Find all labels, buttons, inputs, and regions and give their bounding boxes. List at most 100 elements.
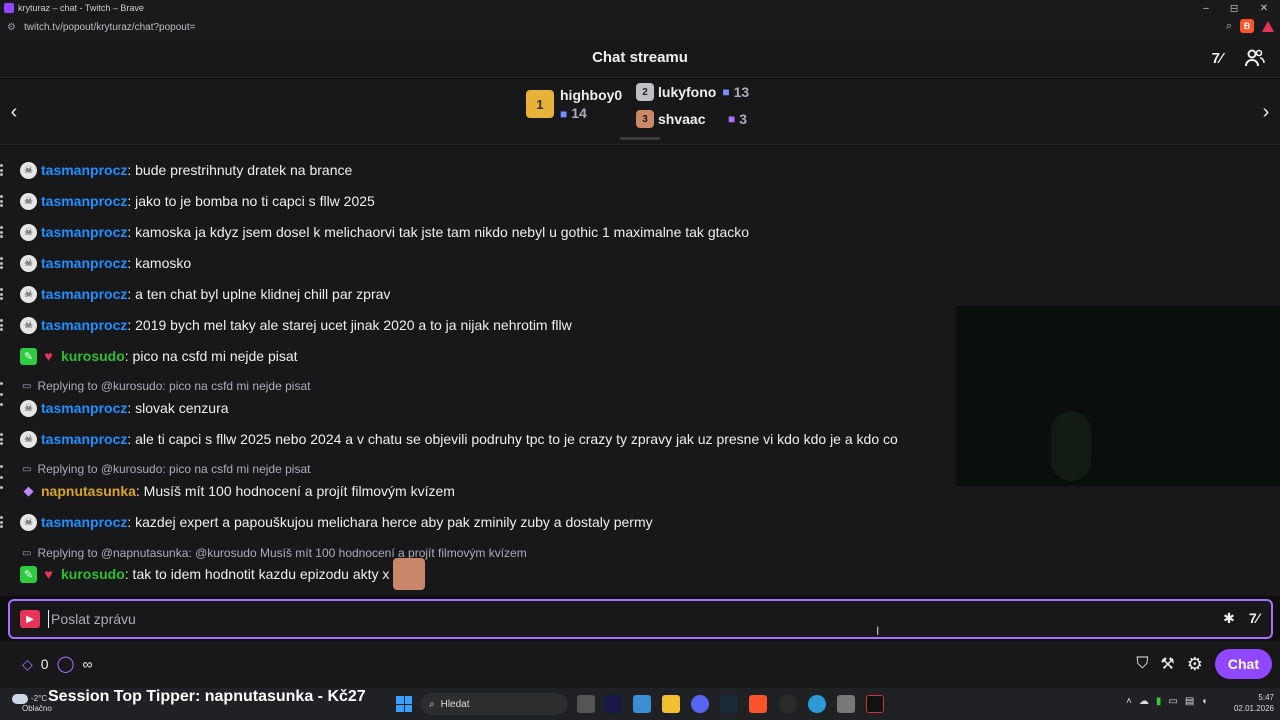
- gamepad-badge-icon: ◆: [23, 483, 34, 498]
- minimize-button[interactable]: –: [1218, 0, 1250, 16]
- message-menu-icon[interactable]: [0, 380, 4, 408]
- chat-message[interactable]: ☠ tasmanprocz : bude prestrihnuty dratek…: [20, 159, 352, 181]
- chat-message[interactable]: ✎ ♥ kurosudo : tak to idem hodnotit kazd…: [20, 558, 426, 590]
- weather-widget[interactable]: -2°C Oblačno: [12, 694, 52, 713]
- chat-message[interactable]: ☠ tasmanprocz : kazdej expert a papoušku…: [20, 511, 653, 533]
- site-settings-icon[interactable]: ⚙: [7, 22, 16, 33]
- twitch-favicon-icon: [4, 3, 14, 13]
- clock-time: 5:47: [1258, 693, 1274, 702]
- brave-rewards-icon[interactable]: [1262, 20, 1274, 32]
- gift-rank-badge-icon: 3: [636, 110, 654, 128]
- settings-app-icon[interactable]: [837, 695, 855, 713]
- username[interactable]: kurosudo: [61, 348, 125, 364]
- chevron-up-icon[interactable]: ˄: [1126, 696, 1132, 707]
- message-menu-icon[interactable]: [0, 162, 4, 178]
- message-text: : slovak cenzura: [127, 400, 229, 416]
- reply-context[interactable]: ▭ Replying to @napnutasunka: @kurosudo M…: [22, 545, 527, 561]
- chat-message[interactable]: ☠ tasmanprocz : kamosko: [20, 252, 191, 274]
- previous-arrow-icon[interactable]: ‹: [4, 101, 24, 124]
- chat-send-button[interactable]: Chat: [1214, 649, 1272, 679]
- loading-ring-icon[interactable]: ◯: [57, 654, 75, 674]
- gifter-rank-2[interactable]: 2 lukyfono ■ 13: [636, 83, 749, 101]
- username[interactable]: kurosudo: [61, 566, 125, 582]
- message-menu-icon[interactable]: [0, 514, 4, 530]
- network-icon[interactable]: ▤: [1185, 696, 1194, 707]
- steam-icon[interactable]: [720, 695, 738, 713]
- obs-icon[interactable]: [779, 695, 797, 713]
- chat-input[interactable]: Poslat zprávu: [48, 610, 136, 628]
- chat-message[interactable]: ☠ tasmanprocz : kamoska ja kdyz jsem dos…: [20, 221, 749, 243]
- camera-icon[interactable]: ▶: [20, 610, 40, 628]
- chat-input-container[interactable]: ▶ Poslat zprávu ✱ 7⁄: [8, 599, 1273, 639]
- url-text[interactable]: twitch.tv/popout/kryturaz/chat?popout=: [24, 22, 196, 33]
- seventv-icon[interactable]: 7⁄: [1206, 47, 1228, 69]
- username[interactable]: tasmanprocz: [41, 317, 127, 333]
- reply-context[interactable]: ▭ Replying to @kurosudo: pico na csfd mi…: [22, 378, 310, 394]
- chat-message[interactable]: ☠ tasmanprocz : a ten chat byl uplne kli…: [20, 283, 390, 305]
- message-text: : 2019 bych mel taky ale starej ucet jin…: [127, 317, 572, 333]
- skull-badge-icon: ☠: [20, 254, 37, 272]
- chat-message[interactable]: ☠ tasmanprocz : slovak cenzura: [20, 397, 229, 419]
- message-menu-icon[interactable]: [0, 463, 4, 491]
- username[interactable]: tasmanprocz: [41, 514, 127, 530]
- address-bar: ⚙ twitch.tv/popout/kryturaz/chat?popout=…: [0, 16, 1280, 38]
- volume-icon[interactable]: ◖: [1201, 696, 1207, 707]
- search-label: Hledat: [440, 698, 470, 710]
- username[interactable]: tasmanprocz: [41, 224, 127, 240]
- windows-taskbar: -2°C Oblačno Session Top Tipper: napnuta…: [0, 688, 1280, 720]
- cloud-icon: [12, 694, 28, 704]
- points-count: 0: [40, 656, 49, 672]
- username[interactable]: tasmanprocz: [41, 193, 127, 209]
- brave-browser-icon[interactable]: [749, 695, 767, 713]
- skull-badge-icon: ☠: [20, 223, 37, 241]
- scroll-handle[interactable]: [620, 137, 660, 140]
- username[interactable]: tasmanprocz: [41, 286, 127, 302]
- message-text: : jako to je bomba no ti capci s fllw 20…: [127, 193, 375, 209]
- photos-icon[interactable]: [633, 695, 651, 713]
- file-explorer-icon[interactable]: [662, 695, 680, 713]
- message-menu-icon[interactable]: [0, 286, 4, 302]
- sword-badge-icon: ✎: [20, 565, 37, 583]
- clock[interactable]: 5:47 02.01.2026: [1234, 692, 1274, 714]
- chat-message[interactable]: ☠ tasmanprocz : jako to je bomba no ti c…: [20, 190, 375, 212]
- gifter-rank-3[interactable]: 3 shvaac ■ 3: [636, 110, 747, 128]
- brave-shields-icon[interactable]: B: [1240, 19, 1254, 33]
- party-popper-icon[interactable]: ✱: [1223, 610, 1235, 627]
- username[interactable]: tasmanprocz: [41, 255, 127, 271]
- zoom-icon[interactable]: ⌕: [1226, 20, 1232, 33]
- message-menu-icon[interactable]: [0, 193, 4, 209]
- chat-message[interactable]: ◆ napnutasunka : Musíš mít 100 hodnocení…: [20, 480, 455, 502]
- chat-message[interactable]: ☠ tasmanprocz : ale ti capci s fllw 2025…: [20, 428, 898, 450]
- username[interactable]: tasmanprocz: [41, 431, 127, 447]
- task-view-icon[interactable]: [577, 695, 595, 713]
- display-icon[interactable]: ▭: [1168, 696, 1177, 707]
- username[interactable]: napnutasunka: [41, 483, 136, 499]
- chat-log: ☠ tasmanprocz : bude prestrihnuty dratek…: [0, 146, 1280, 596]
- settings-gear-icon[interactable]: ⚙: [1187, 654, 1203, 675]
- mod-tools-icon[interactable]: ⚒: [1160, 654, 1174, 674]
- after-effects-icon[interactable]: [604, 695, 622, 713]
- microphone-icon[interactable]: ▮: [1156, 696, 1162, 707]
- next-arrow-icon[interactable]: ›: [1256, 101, 1276, 124]
- windows-start-icon[interactable]: [396, 696, 412, 712]
- username[interactable]: tasmanprocz: [41, 400, 127, 416]
- app-blue-icon[interactable]: [808, 695, 826, 713]
- taskbar-search[interactable]: ⌕ Hledat: [421, 693, 567, 715]
- community-users-icon[interactable]: [1244, 47, 1266, 69]
- message-menu-icon[interactable]: [0, 255, 4, 271]
- message-menu-icon[interactable]: [0, 317, 4, 333]
- reply-context[interactable]: ▭ Replying to @kurosudo: pico na csfd mi…: [22, 461, 310, 477]
- shield-icon[interactable]: ⛉: [1136, 655, 1148, 673]
- chat-message[interactable]: ✎ ♥ kurosudo : pico na csfd mi nejde pis…: [20, 345, 298, 367]
- seventv-emote-icon[interactable]: 7⁄: [1249, 610, 1259, 627]
- message-menu-icon[interactable]: [0, 431, 4, 447]
- channel-points-icon[interactable]: ◇: [22, 656, 33, 673]
- onedrive-icon[interactable]: ☁: [1139, 696, 1149, 707]
- message-menu-icon[interactable]: [0, 224, 4, 240]
- emote-face-icon[interactable]: [393, 558, 426, 590]
- discord-icon[interactable]: [691, 695, 709, 713]
- chat-message[interactable]: ☠ tasmanprocz : 2019 bych mel taky ale s…: [20, 314, 572, 336]
- gifter-rank-1[interactable]: 1 highboy0 ■ 14: [526, 87, 622, 121]
- username[interactable]: tasmanprocz: [41, 162, 127, 178]
- epic-games-icon[interactable]: [866, 695, 884, 713]
